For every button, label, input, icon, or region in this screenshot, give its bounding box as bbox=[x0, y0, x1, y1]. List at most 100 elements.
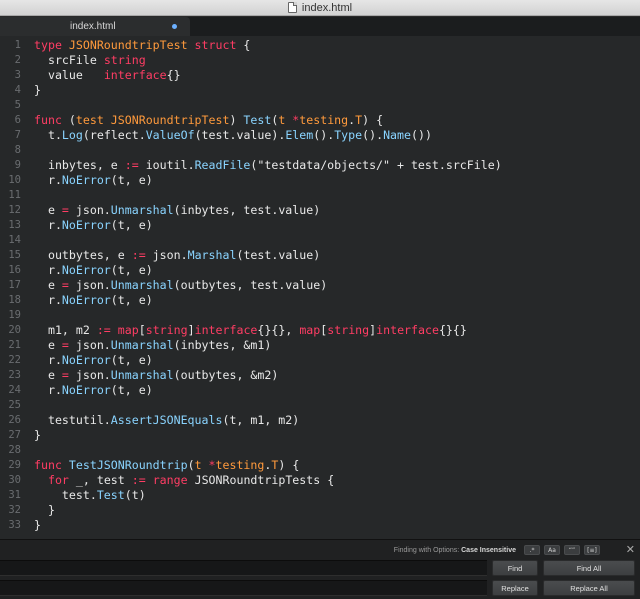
code-token: NoError bbox=[61, 218, 111, 232]
code-token: (outbytes, &m2) bbox=[173, 368, 279, 382]
code-token: = bbox=[61, 368, 69, 382]
find-input[interactable] bbox=[0, 560, 487, 576]
replace-button[interactable]: Replace bbox=[492, 580, 538, 596]
code-line[interactable]: 16 r.NoError(t, e) bbox=[0, 263, 640, 278]
find-all-button[interactable]: Find All bbox=[543, 560, 635, 576]
code-line[interactable]: 13 r.NoError(t, e) bbox=[0, 218, 640, 233]
replace-all-button[interactable]: Replace All bbox=[543, 580, 635, 596]
code-text: r.NoError(t, e) bbox=[34, 383, 153, 398]
code-line[interactable]: 24 r.NoError(t, e) bbox=[0, 383, 640, 398]
code-line[interactable]: 23 e = json.Unmarshal(outbytes, &m2) bbox=[0, 368, 640, 383]
code-line[interactable]: 2 srcFile string bbox=[0, 53, 640, 68]
code-text: t.Log(reflect.ValueOf(test.value).Elem()… bbox=[34, 128, 432, 143]
code-line[interactable]: 1 type JSONRoundtripTest struct { bbox=[0, 38, 640, 53]
code-token: r. bbox=[34, 173, 62, 187]
code-line[interactable]: 3 value interface{} bbox=[0, 68, 640, 83]
code-token: (t, e) bbox=[110, 383, 153, 397]
code-token: e bbox=[34, 203, 62, 217]
code-line[interactable]: 20 m1, m2 := map[string]interface{}{}, m… bbox=[0, 323, 640, 338]
code-line[interactable]: 32 } bbox=[0, 503, 640, 518]
code-token: test. bbox=[34, 488, 97, 502]
code-line[interactable]: 5 bbox=[0, 98, 640, 113]
code-line[interactable]: 10 r.NoError(t, e) bbox=[0, 173, 640, 188]
whole-word-toggle-button[interactable]: “” bbox=[564, 545, 580, 555]
code-line[interactable]: 14 bbox=[0, 233, 640, 248]
code-line[interactable]: 25 bbox=[0, 398, 640, 413]
code-token: t. bbox=[34, 128, 62, 142]
code-token: inbytes, e bbox=[34, 158, 125, 172]
code-line[interactable]: 30 for _, test := range JSONRoundtripTes… bbox=[0, 473, 640, 488]
line-number: 18 bbox=[8, 294, 21, 306]
code-token: m1, m2 bbox=[34, 323, 97, 337]
code-token: (t, e) bbox=[110, 263, 153, 277]
code-line[interactable]: 28 bbox=[0, 443, 640, 458]
line-number: 19 bbox=[8, 309, 21, 321]
code-token: (t, e) bbox=[110, 173, 153, 187]
find-options: Finding with Options: Case Insensitive .… bbox=[394, 543, 600, 557]
code-text: type JSONRoundtripTest struct { bbox=[34, 38, 250, 53]
line-number: 28 bbox=[8, 444, 21, 456]
line-number: 10 bbox=[8, 174, 21, 186]
code-line[interactable]: 8 bbox=[0, 143, 640, 158]
in-selection-toggle-button[interactable]: [≡] bbox=[584, 545, 600, 555]
code-token: } bbox=[34, 518, 41, 532]
code-line[interactable]: 6 func (test JSONRoundtripTest) Test(t *t… bbox=[0, 113, 640, 128]
code-token: Log bbox=[61, 128, 83, 142]
tab-index-html[interactable]: index.html bbox=[0, 17, 190, 36]
code-token: ) bbox=[229, 113, 244, 127]
code-token: ( bbox=[61, 113, 76, 127]
code-text: for _, test := range JSONRoundtripTests … bbox=[34, 473, 334, 488]
code-token: } bbox=[34, 503, 55, 517]
code-line[interactable]: 26 testutil.AssertJSONEquals(t, m1, m2) bbox=[0, 413, 640, 428]
code-line[interactable]: 12 e = json.Unmarshal(inbytes, test.valu… bbox=[0, 203, 640, 218]
code-line[interactable]: 33} bbox=[0, 518, 640, 533]
code-line[interactable]: 27} bbox=[0, 428, 640, 443]
close-find-panel-icon[interactable]: ✕ bbox=[626, 543, 635, 556]
code-line[interactable]: 17 e = json.Unmarshal(outbytes, test.val… bbox=[0, 278, 640, 293]
find-button[interactable]: Find bbox=[492, 560, 538, 576]
code-line[interactable]: 31 test.Test(t) bbox=[0, 488, 640, 503]
code-line[interactable]: 19 bbox=[0, 308, 640, 323]
code-text: inbytes, e := ioutil.ReadFile("testdata/… bbox=[34, 158, 502, 173]
code-token: ReadFile bbox=[194, 158, 251, 172]
code-text: r.NoError(t, e) bbox=[34, 263, 153, 278]
code-token: ioutil. bbox=[138, 158, 195, 172]
code-token: := bbox=[124, 158, 139, 172]
code-token: (test.value) bbox=[236, 248, 321, 262]
line-number: 17 bbox=[8, 279, 21, 291]
code-line[interactable]: 18 r.NoError(t, e) bbox=[0, 293, 640, 308]
line-number: 30 bbox=[8, 474, 21, 486]
code-token: func bbox=[34, 458, 62, 472]
code-line[interactable]: 4} bbox=[0, 83, 640, 98]
code-text: testutil.AssertJSONEquals(t, m1, m2) bbox=[34, 413, 299, 428]
case-sensitive-toggle-button[interactable]: Aa bbox=[544, 545, 560, 555]
unsaved-dot-icon[interactable] bbox=[172, 24, 177, 29]
code-token: interface bbox=[376, 323, 439, 337]
code-token: = bbox=[61, 338, 69, 352]
code-line[interactable]: 15 outbytes, e := json.Marshal(test.valu… bbox=[0, 248, 640, 263]
code-line[interactable]: 11 bbox=[0, 188, 640, 203]
replace-input[interactable] bbox=[0, 580, 487, 596]
code-line[interactable]: 21 e = json.Unmarshal(inbytes, &m1) bbox=[0, 338, 640, 353]
code-text: } bbox=[34, 503, 55, 518]
code-text: value interface{} bbox=[34, 68, 181, 83]
code-line[interactable]: 7 t.Log(reflect.ValueOf(test.value).Elem… bbox=[0, 128, 640, 143]
code-line[interactable]: 9 inbytes, e := ioutil.ReadFile("testdat… bbox=[0, 158, 640, 173]
code-token: t bbox=[194, 458, 209, 472]
code-editor[interactable]: 1 type JSONRoundtripTest struct {2 srcFil… bbox=[0, 36, 640, 539]
code-token: := bbox=[131, 248, 146, 262]
code-token: { bbox=[236, 38, 251, 52]
line-number: 32 bbox=[8, 504, 21, 516]
code-token: = bbox=[61, 203, 69, 217]
line-number: 21 bbox=[8, 339, 21, 351]
code-line[interactable]: 29 func TestJSONRoundtrip(t *testing.T) { bbox=[0, 458, 640, 473]
code-line[interactable]: 22 r.NoError(t, e) bbox=[0, 353, 640, 368]
code-token: string bbox=[145, 323, 188, 337]
code-token: NoError bbox=[61, 353, 111, 367]
regex-toggle-button[interactable]: .* bbox=[524, 545, 540, 555]
line-number: 16 bbox=[8, 264, 21, 276]
code-token: range bbox=[152, 473, 188, 487]
line-number: 6 bbox=[14, 114, 21, 126]
code-text: func TestJSONRoundtrip(t *testing.T) { bbox=[34, 458, 299, 473]
